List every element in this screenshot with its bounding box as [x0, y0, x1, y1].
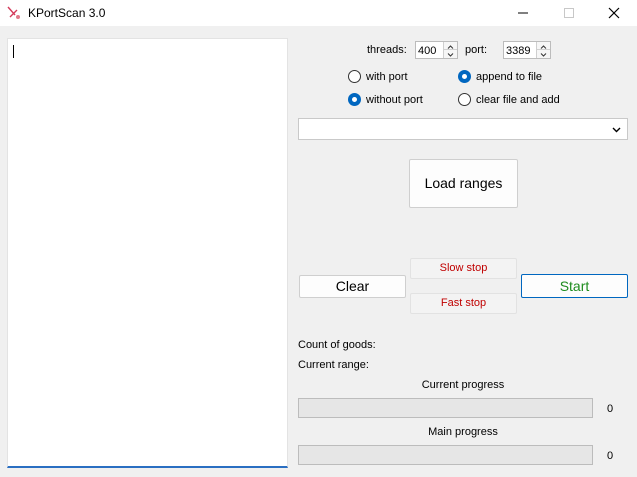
threads-down-arrow-icon[interactable]	[444, 50, 457, 58]
clear-button[interactable]: Clear	[299, 275, 406, 298]
close-button[interactable]	[591, 0, 637, 26]
threads-label: threads:	[367, 44, 407, 56]
port-up-arrow-icon[interactable]	[537, 42, 550, 50]
threads-up-arrow-icon[interactable]	[444, 42, 457, 50]
current-range-label: Current range:	[298, 359, 369, 371]
port-stepper[interactable]	[536, 42, 550, 58]
clear-file-and-add-label[interactable]: clear file and add	[476, 94, 560, 106]
close-icon	[608, 7, 620, 19]
clear-file-and-add-radio[interactable]	[458, 93, 471, 106]
threads-value: 400	[418, 45, 437, 57]
ranges-dropdown[interactable]	[298, 118, 628, 140]
count-of-goods-label: Count of goods:	[298, 339, 376, 351]
load-ranges-button[interactable]: Load ranges	[409, 159, 518, 208]
results-textarea[interactable]	[7, 38, 288, 468]
minimize-icon	[518, 12, 528, 14]
current-progress-value: 0	[607, 403, 614, 415]
current-progress-bar	[298, 398, 593, 418]
threads-spinbox[interactable]: 400	[415, 41, 458, 59]
maximize-button[interactable]	[546, 0, 592, 26]
main-progress-value: 0	[607, 450, 614, 462]
threads-stepper[interactable]	[443, 42, 457, 58]
window-title: KPortScan 3.0	[28, 6, 106, 20]
port-label: port:	[465, 44, 488, 56]
port-spinbox[interactable]: 3389	[503, 41, 551, 59]
append-to-file-radio[interactable]	[458, 70, 471, 83]
with-port-label[interactable]: with port	[366, 71, 408, 83]
port-down-arrow-icon[interactable]	[537, 50, 550, 58]
maximize-icon	[564, 8, 574, 18]
with-port-radio[interactable]	[348, 70, 361, 83]
port-value: 3389	[506, 45, 531, 57]
append-to-file-label[interactable]: append to file	[476, 71, 542, 83]
minimize-button[interactable]	[500, 0, 546, 26]
fast-stop-button[interactable]: Fast stop	[410, 293, 517, 314]
current-progress-title: Current progress	[421, 379, 505, 391]
slow-stop-button[interactable]: Slow stop	[410, 258, 517, 279]
main-progress-title: Main progress	[428, 426, 498, 438]
without-port-radio[interactable]	[348, 93, 361, 106]
chevron-down-icon	[612, 127, 621, 133]
title-bar: KPortScan 3.0	[0, 0, 637, 26]
main-progress-bar	[298, 445, 593, 465]
text-caret	[13, 45, 14, 58]
start-button[interactable]: Start	[521, 274, 628, 298]
without-port-label[interactable]: without port	[366, 94, 423, 106]
app-icon	[6, 5, 22, 21]
